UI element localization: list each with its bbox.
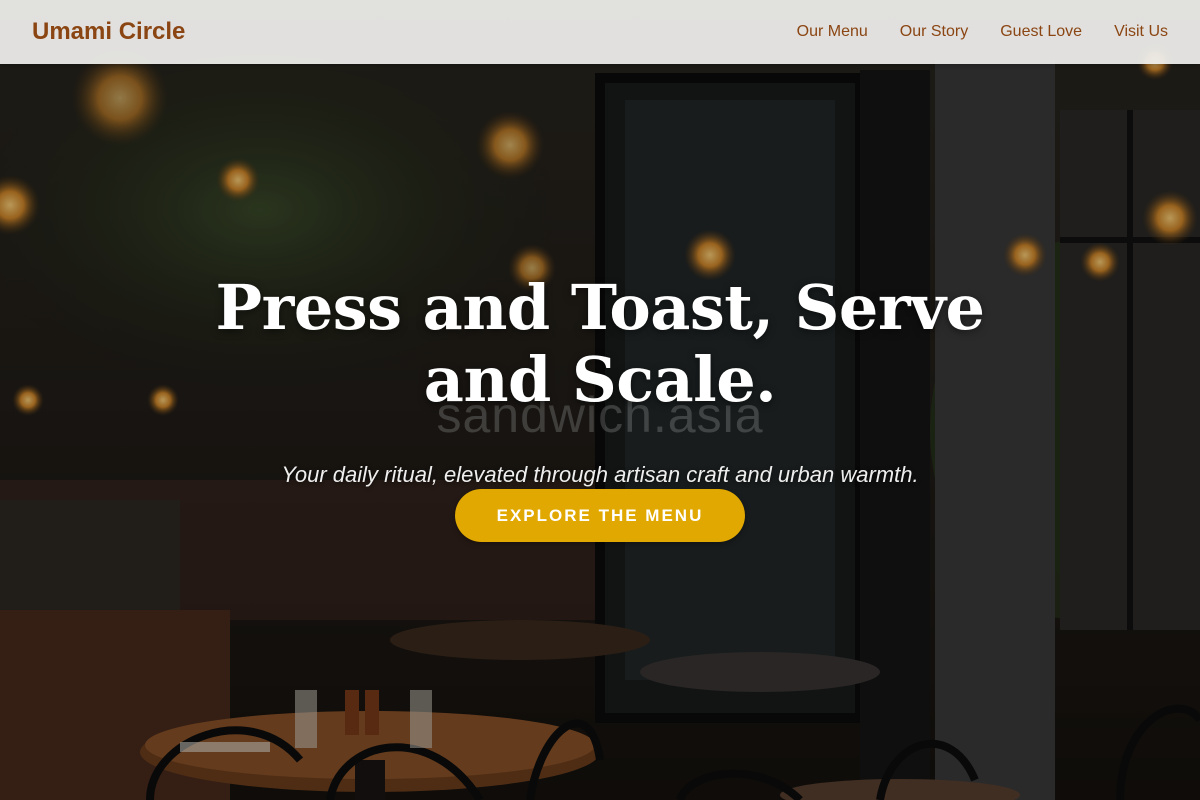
hero-headline: Press and Toast, Serve and Scale. [215,271,985,416]
nav-link-visit-us[interactable]: Visit Us [1114,20,1168,44]
explore-menu-button[interactable]: EXPLORE THE MENU [455,489,745,542]
hero-section: sandwich.asia Press and Toast, Serve and… [0,0,1200,800]
brand-logo-link[interactable]: Umami Circle [32,16,185,48]
landing-page: Umami Circle Our Menu Our Story Guest Lo… [0,0,1200,800]
nav-link-our-story[interactable]: Our Story [900,20,968,44]
nav-link-our-menu[interactable]: Our Menu [797,20,868,44]
hero-tagline: Your daily ritual, elevated through arti… [281,462,919,487]
nav-link-guest-love[interactable]: Guest Love [1000,20,1082,44]
nav-links: Our Menu Our Story Guest Love Visit Us [797,20,1168,44]
top-navigation-bar: Umami Circle Our Menu Our Story Guest Lo… [0,0,1200,64]
